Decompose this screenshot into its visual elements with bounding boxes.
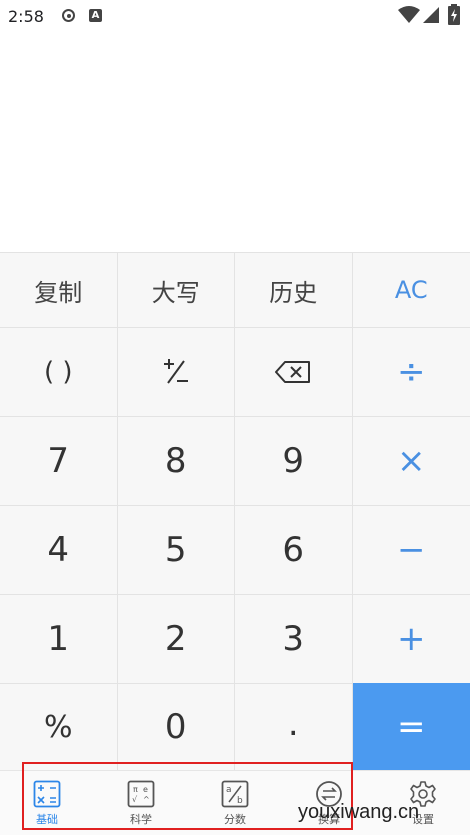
digit-7-button[interactable]: 7 bbox=[0, 416, 118, 505]
percent-button[interactable]: % bbox=[0, 683, 118, 770]
scientific-icon: π e √ ^ bbox=[127, 780, 155, 807]
keypad-row-4: 4 5 6 − bbox=[0, 505, 470, 594]
wifi-icon bbox=[398, 6, 420, 23]
svg-text:e: e bbox=[143, 785, 148, 794]
digit-0-button[interactable]: 0 bbox=[117, 683, 235, 770]
tab-label: 基础 bbox=[36, 812, 58, 826]
decimal-point-button[interactable]: . bbox=[235, 683, 353, 770]
tab-fraction[interactable]: a b 分数 bbox=[188, 771, 282, 835]
a-notification-icon: A bbox=[89, 9, 102, 22]
digit-3-button[interactable]: 3 bbox=[235, 594, 353, 683]
digit-6-button[interactable]: 6 bbox=[235, 505, 353, 594]
copy-button[interactable]: 复制 bbox=[0, 252, 118, 327]
digit-4-button[interactable]: 4 bbox=[0, 505, 118, 594]
svg-text:b: b bbox=[237, 796, 243, 806]
backspace-button[interactable] bbox=[235, 327, 353, 416]
fraction-icon: a b bbox=[221, 780, 249, 807]
digit-5-button[interactable]: 5 bbox=[117, 505, 235, 594]
digit-9-button[interactable]: 9 bbox=[235, 416, 353, 505]
all-clear-button[interactable]: AC bbox=[352, 252, 470, 327]
keypad-row-1: 复制 大写 历史 AC bbox=[0, 252, 470, 327]
keypad-row-2: ( ) ÷ bbox=[0, 327, 470, 416]
equals-button[interactable]: = bbox=[352, 683, 470, 770]
svg-text:√: √ bbox=[132, 795, 138, 804]
digit-8-button[interactable]: 8 bbox=[117, 416, 235, 505]
svg-text:^: ^ bbox=[143, 795, 150, 804]
keypad-row-3: 7 8 9 × bbox=[0, 416, 470, 505]
tab-basic[interactable]: 基础 bbox=[0, 771, 94, 835]
battery-icon bbox=[448, 4, 460, 25]
parentheses-button[interactable]: ( ) bbox=[0, 327, 118, 416]
digit-1-button[interactable]: 1 bbox=[0, 594, 118, 683]
add-button[interactable]: + bbox=[352, 594, 470, 683]
keypad-row-5: 1 2 3 + bbox=[0, 594, 470, 683]
tab-scientific[interactable]: π e √ ^ 科学 bbox=[94, 771, 188, 835]
plus-minus-button[interactable] bbox=[117, 327, 235, 416]
basic-calc-icon bbox=[33, 780, 61, 807]
calculator-display bbox=[0, 32, 470, 252]
subtract-button[interactable]: − bbox=[352, 505, 470, 594]
signal-icon bbox=[423, 7, 439, 23]
status-bar: 2:58 A bbox=[0, 0, 470, 32]
divide-button[interactable]: ÷ bbox=[352, 327, 470, 416]
backspace-icon bbox=[275, 361, 311, 383]
uppercase-button[interactable]: 大写 bbox=[117, 252, 235, 327]
keypad-row-6: % 0 . = bbox=[0, 683, 470, 770]
status-time: 2:58 bbox=[8, 7, 44, 26]
svg-text:a: a bbox=[226, 785, 232, 795]
plus-minus-icon bbox=[163, 359, 188, 384]
multiply-button[interactable]: × bbox=[352, 416, 470, 505]
history-button[interactable]: 历史 bbox=[235, 252, 353, 327]
digit-2-button[interactable]: 2 bbox=[117, 594, 235, 683]
svg-text:π: π bbox=[133, 785, 138, 794]
watermark: youxiwang.cn bbox=[298, 801, 420, 823]
record-icon bbox=[62, 9, 75, 22]
tab-label: 科学 bbox=[130, 812, 152, 826]
tab-label: 分数 bbox=[224, 812, 246, 826]
